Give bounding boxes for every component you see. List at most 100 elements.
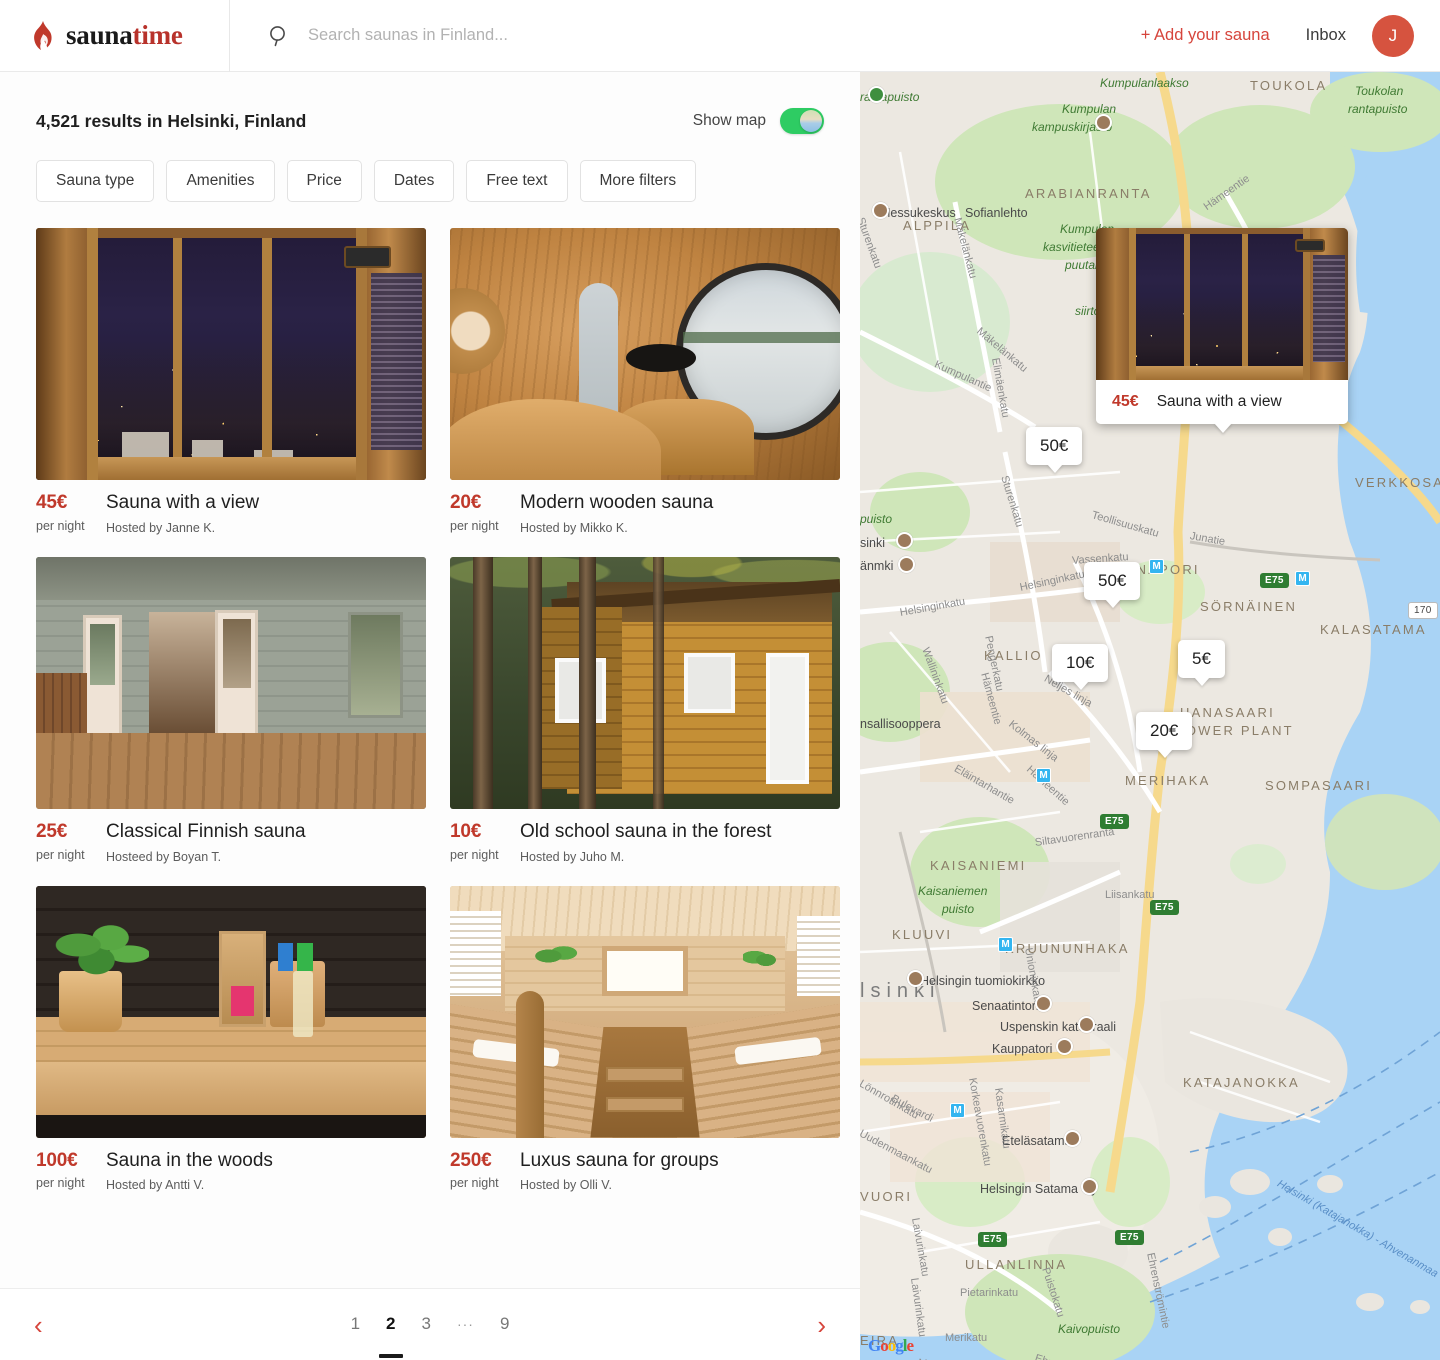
show-map-control[interactable]: Show map (693, 108, 824, 134)
listing-photo[interactable] (450, 556, 840, 809)
show-map-toggle[interactable] (780, 108, 824, 134)
chevron-right-icon[interactable]: › (817, 1312, 826, 1338)
listing-title[interactable]: Old school sauna in the forest (520, 820, 840, 844)
map-price-pin[interactable]: 50€ (1026, 427, 1083, 465)
map-panel[interactable]: TOUKOLAARABIANRANTAKYLÄSÄARIALPPILAKINAP… (860, 72, 1440, 1360)
show-map-label: Show map (692, 112, 766, 129)
listing-card[interactable]: 10€ per night Old school sauna in the fo… (450, 556, 840, 864)
listing-card[interactable]: 100€ per night Sauna in the woods Hosted… (36, 885, 426, 1193)
listing-title[interactable]: Luxus sauna for groups (520, 1149, 840, 1173)
listing-photo[interactable] (36, 228, 426, 480)
filter-chip-amenities[interactable]: Amenities (166, 160, 275, 202)
results-bar: 4,521 results in Helsinki, Finland Show … (0, 72, 860, 134)
map-metro-icon: M (1149, 559, 1164, 574)
map-road-shield: E75 (1100, 814, 1129, 829)
map-poi-icon (872, 202, 889, 219)
listing-per-night: per night (450, 847, 499, 862)
listing-card[interactable]: 25€ per night Classical Finnish sauna Ho… (36, 556, 426, 864)
map-poi-icon (896, 532, 913, 549)
map-poi-icon (1035, 995, 1052, 1012)
map-poi-icon (1056, 1038, 1073, 1055)
page-number-list: 1 2 3 ··· 9 (351, 1315, 510, 1334)
map-road-shield: E75 (1260, 573, 1289, 588)
results-count: 4,521 results in Helsinki, Finland (36, 110, 307, 131)
brand-logo[interactable]: saunatime (0, 0, 230, 72)
listing-photo[interactable] (36, 556, 426, 809)
listing-host: Hosteed by Boyan T. (106, 849, 222, 864)
photo-old-school-sauna-in-the-forest (450, 556, 840, 809)
listing-grid: 45€ per night Sauna with a view Hosted b… (0, 202, 860, 1192)
photo-modern-wooden-sauna (450, 228, 840, 480)
map-popup-photo (1096, 228, 1348, 380)
filter-chip-sauna-type[interactable]: Sauna type (36, 160, 155, 202)
map-metro-icon: M (998, 937, 1013, 952)
map-price-pin[interactable]: 10€ (1052, 644, 1109, 682)
listing-price: 25€ (36, 820, 68, 842)
listing-per-night: per night (36, 518, 85, 533)
map-price-pin[interactable]: 5€ (1178, 640, 1225, 678)
inbox-link[interactable]: Inbox (1306, 26, 1346, 45)
map-road-shield: E75 (1150, 900, 1179, 915)
map-road-shield: 170 (1408, 602, 1438, 619)
page-number-3[interactable]: 3 (422, 1315, 431, 1334)
listing-card[interactable]: 250€ per night Luxus sauna for groups Ho… (450, 885, 840, 1193)
listing-host: Hosted by Juho M. (520, 849, 625, 864)
saunatime-search-page: saunatime + Add your sauna Inbox J 4,521… (0, 0, 1440, 1360)
map-poi-icon (907, 970, 924, 987)
listing-card[interactable]: 45€ per night Sauna with a view Hosted b… (36, 228, 426, 535)
add-your-sauna-link[interactable]: + Add your sauna (1141, 26, 1270, 45)
avatar[interactable]: J (1372, 14, 1414, 57)
listing-per-night: per night (450, 1176, 499, 1191)
page-number-2-active[interactable]: 2 (386, 1315, 395, 1334)
google-attribution: Google (868, 1336, 914, 1355)
listing-per-night: per night (36, 847, 85, 862)
listing-price: 250€ (450, 1149, 492, 1171)
listing-host: Hosted by Mikko K. (520, 520, 628, 535)
listing-title[interactable]: Modern wooden sauna (520, 491, 840, 515)
map-metro-icon: M (950, 1103, 965, 1118)
logo-text-secondary: time (132, 20, 183, 50)
listing-price: 20€ (450, 492, 482, 513)
map-metro-icon: M (1295, 571, 1310, 586)
map-poi-icon (1078, 1016, 1095, 1033)
chevron-left-icon[interactable]: ‹ (34, 1312, 43, 1338)
listing-photo[interactable] (450, 228, 840, 480)
flame-icon (30, 20, 56, 51)
listing-title[interactable]: Classical Finnish sauna (106, 820, 426, 844)
listing-photo[interactable] (450, 885, 840, 1138)
listing-host: Hosted by Olli V. (520, 1178, 612, 1193)
filter-chip-more-filters[interactable]: More filters (579, 160, 697, 202)
page-ellipsis: ··· (456, 1315, 474, 1332)
filter-chip-price[interactable]: Price (286, 160, 362, 202)
map-popup-card[interactable]: 45€ Sauna with a view (1096, 228, 1348, 424)
page-number-1[interactable]: 1 (351, 1315, 360, 1334)
listing-host: Hosted by Janne K. (106, 520, 216, 535)
page-number-9[interactable]: 9 (500, 1315, 509, 1334)
search-bar[interactable] (230, 0, 1141, 72)
photo-classical-finnish-sauna (36, 556, 426, 809)
map-price-pin[interactable]: 50€ (1084, 562, 1141, 600)
photo-sauna-with-a-view (36, 228, 426, 480)
results-panel: 4,521 results in Helsinki, Finland Show … (0, 72, 860, 1360)
listing-title[interactable]: Sauna in the woods (106, 1149, 426, 1173)
map-popup-price: 45€ (1112, 393, 1139, 410)
listing-title[interactable]: Sauna with a view (106, 491, 426, 515)
photo-sauna-in-the-woods (36, 885, 426, 1138)
header-actions: + Add your sauna Inbox J (1141, 0, 1440, 72)
listing-price: 45€ (36, 492, 68, 513)
listing-card[interactable]: 20€ per night Modern wooden sauna Hosted… (450, 228, 840, 535)
listing-photo[interactable] (36, 885, 426, 1138)
pagination: ‹ 1 2 3 ··· 9 › (0, 1288, 860, 1360)
map-price-pin[interactable]: 20€ (1136, 712, 1193, 750)
listing-host: Hosted by Antti V. (106, 1178, 205, 1193)
map-poi-icon (898, 556, 915, 573)
filter-chips: Sauna type Amenities Price Dates Free te… (0, 134, 860, 202)
filter-chip-free-text[interactable]: Free text (466, 160, 568, 202)
map-metro-icon: M (1036, 768, 1051, 783)
map-popup-title: Sauna with a view (1156, 393, 1282, 410)
search-input[interactable] (306, 20, 826, 51)
listing-per-night: per night (36, 1176, 85, 1191)
filter-chip-dates[interactable]: Dates (373, 160, 455, 202)
listing-price: 10€ (450, 820, 482, 842)
map-road-shield: E75 (978, 1232, 1007, 1247)
